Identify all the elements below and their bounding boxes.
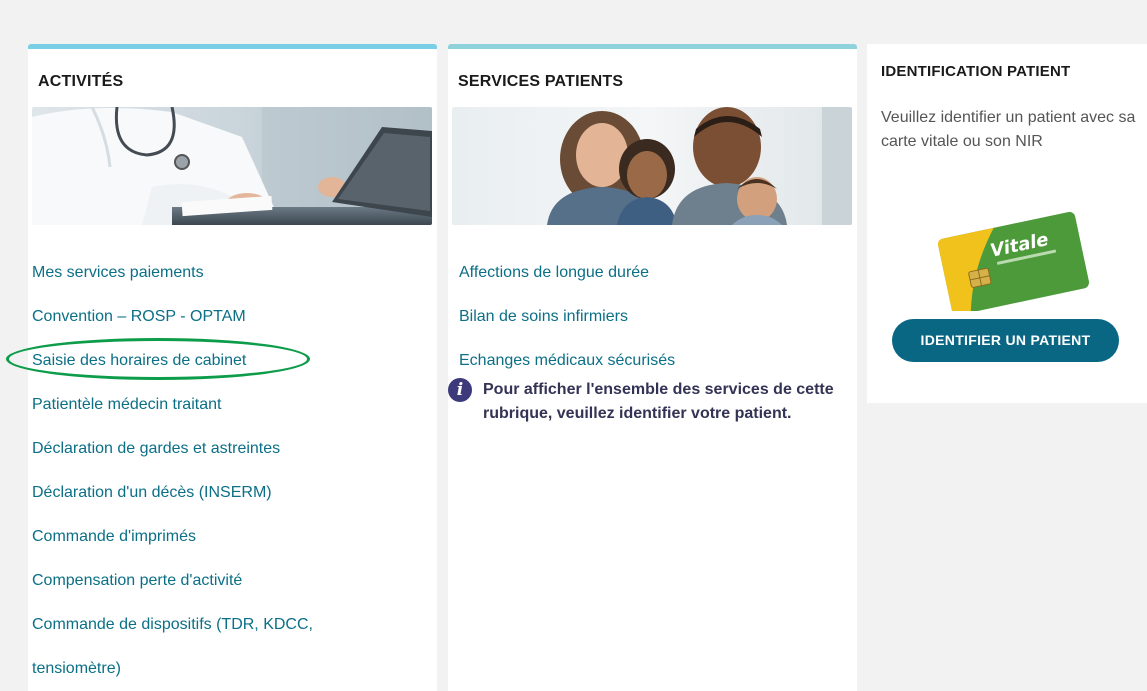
family-photo [452, 107, 852, 225]
link-mes-services-paiements[interactable]: Mes services paiements [32, 259, 313, 303]
link-commande-dispositifs[interactable]: Commande de dispositifs (TDR, KDCC, [32, 611, 313, 655]
link-convention-rosp-optam[interactable]: Convention – ROSP - OPTAM [32, 303, 313, 347]
activites-panel: ACTIVITÉS Mes services paiements Convent… [28, 44, 437, 691]
link-saisie-horaires-cabinet[interactable]: Saisie des horaires de cabinet [32, 347, 313, 391]
identification-instructions: Veuillez identifier un patient avec sa c… [881, 109, 1136, 150]
identification-title: IDENTIFICATION PATIENT [881, 63, 1071, 80]
identifier-patient-button[interactable]: IDENTIFIER UN PATIENT [892, 319, 1119, 362]
link-patientele-medecin-traitant[interactable]: Patientèle médecin traitant [32, 391, 313, 435]
link-commande-imprimes[interactable]: Commande d'imprimés [32, 523, 313, 567]
identification-patient-panel: IDENTIFICATION PATIENT Veuillez identifi… [867, 44, 1147, 403]
link-declaration-deces[interactable]: Déclaration d'un décès (INSERM) [32, 479, 313, 523]
services-patients-title: SERVICES PATIENTS [458, 73, 624, 90]
activites-title: ACTIVITÉS [38, 73, 124, 90]
doctor-laptop-photo [32, 107, 432, 225]
activites-link-list: Mes services paiements Convention – ROSP… [32, 259, 313, 691]
link-commande-dispositifs-cont[interactable]: tensiomètre) [32, 655, 313, 691]
carte-vitale-image: Vitale [931, 211, 1091, 316]
services-link-list: Affections de longue durée Bilan de soin… [459, 259, 675, 391]
link-bilan-soins-infirmiers[interactable]: Bilan de soins infirmiers [459, 303, 675, 347]
link-declaration-gardes-astreintes[interactable]: Déclaration de gardes et astreintes [32, 435, 313, 479]
link-affections-longue-duree[interactable]: Affections de longue durée [459, 259, 675, 303]
info-text: Pour afficher l'ensemble des services de… [483, 381, 834, 422]
services-patients-panel: SERVICES PATIENTS Affections de longue d… [448, 44, 857, 691]
link-compensation-perte-activite[interactable]: Compensation perte d'activité [32, 567, 313, 611]
info-icon: i [448, 378, 472, 402]
